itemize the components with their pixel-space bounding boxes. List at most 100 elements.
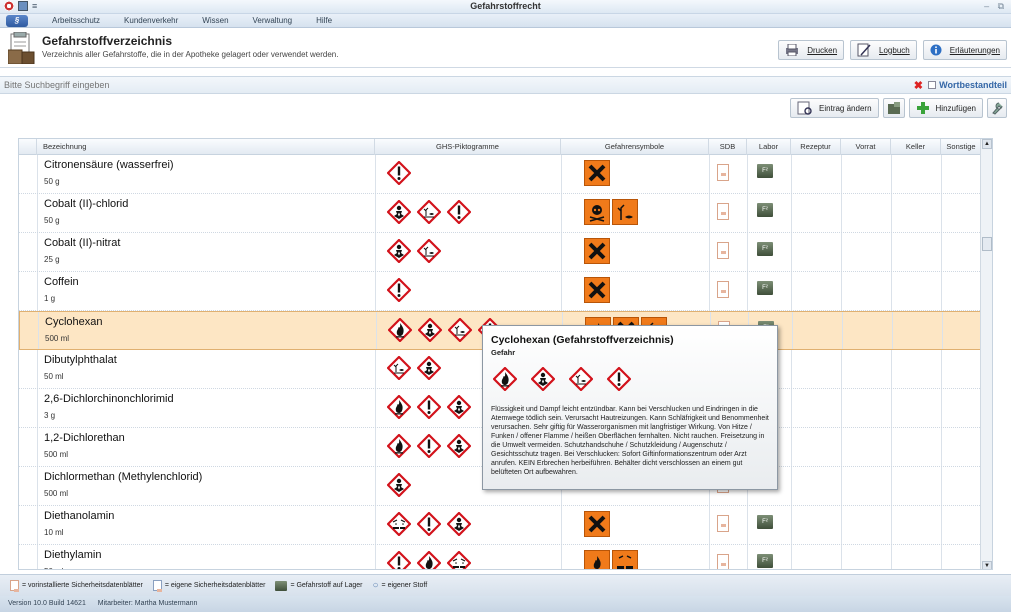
sdb-document-icon[interactable]	[717, 164, 729, 181]
col-sonstige[interactable]: Sonstige	[941, 139, 982, 155]
col-ghs[interactable]: GHS-Piktogramme	[375, 139, 561, 155]
ghs-pictograms	[387, 551, 471, 569]
sdb-document-icon[interactable]	[717, 515, 729, 532]
table-row[interactable]: Cobalt (II)-chlorid 50 g F²	[19, 194, 992, 233]
column-divider	[375, 506, 376, 544]
ghs-health-icon	[418, 318, 442, 344]
tooltip-pictograms	[493, 367, 769, 393]
col-sdb[interactable]: SDB	[709, 139, 747, 155]
sdb-document-icon[interactable]	[717, 554, 729, 569]
table-row[interactable]: Cobalt (II)-nitrat 25 g F²	[19, 233, 992, 272]
print-button[interactable]: Drucken	[778, 40, 845, 60]
labor-stock-icon[interactable]: F²	[757, 203, 773, 217]
tab-hilfe[interactable]: Hilfe	[304, 16, 344, 25]
col-vorrat[interactable]: Vorrat	[841, 139, 891, 155]
ghs-exclamation-icon	[387, 278, 411, 304]
scroll-down-icon[interactable]: ▼	[982, 561, 992, 569]
sdb-document-icon[interactable]	[717, 242, 729, 259]
column-divider	[791, 545, 792, 569]
table-row[interactable]: Diethylamin 50 ml F²	[19, 545, 992, 569]
scroll-up-icon[interactable]: ▲	[982, 139, 992, 149]
table-row[interactable]: Coffein 1 g F²	[19, 272, 992, 311]
column-divider	[375, 428, 376, 466]
col-keller[interactable]: Keller	[891, 139, 941, 155]
substance-name: 1,2-Dichlorethan	[44, 432, 125, 444]
ghs-pictograms	[387, 278, 411, 304]
labor-stock-icon[interactable]: F²	[757, 515, 773, 529]
explanations-button[interactable]: Erläuterungen	[922, 40, 1007, 60]
stock-button[interactable]	[882, 98, 905, 118]
tab-wissen[interactable]: Wissen	[190, 16, 240, 25]
ribbon-tabs: § Arbeitsschutz Kundenverkehr Wissen Ver…	[0, 14, 1011, 28]
substance-name: Cobalt (II)-chlorid	[44, 198, 129, 210]
hazard-symbol-x-icon	[584, 511, 610, 537]
column-divider	[941, 350, 942, 388]
ghs-corrosive-icon	[447, 551, 471, 569]
substance-name: Cobalt (II)-nitrat	[44, 237, 121, 249]
ghs-health-icon	[447, 512, 471, 538]
column-divider	[375, 545, 376, 569]
substance-amount: 50 g	[44, 177, 60, 186]
column-divider	[791, 506, 792, 544]
column-divider	[791, 350, 792, 388]
application-menu-button[interactable]: §	[6, 14, 28, 27]
table-row[interactable]: Citronensäure (wasserfrei) 50 g F²	[19, 155, 992, 194]
add-label: Hinzufügen	[935, 103, 976, 113]
col-symbols[interactable]: Gefahrensymbole	[561, 139, 709, 155]
column-divider	[891, 467, 892, 505]
word-component-checkbox[interactable]	[928, 81, 937, 89]
substance-amount: 500 ml	[44, 450, 69, 459]
hazard-symbols	[584, 511, 610, 537]
version-text: Version 10.0 Build 14621	[8, 600, 86, 607]
substance-name: Diethanolamin	[44, 510, 115, 522]
column-divider	[375, 350, 376, 388]
hazard-symbol-x-icon	[584, 238, 610, 264]
labor-stock-icon[interactable]: F²	[757, 281, 773, 295]
col-bezeichnung[interactable]: Bezeichnung	[37, 139, 375, 155]
add-button[interactable]: Hinzufügen	[908, 98, 983, 118]
col-rezeptur[interactable]: Rezeptur	[791, 139, 841, 155]
hazard-symbol-skull-icon	[584, 199, 610, 225]
hazard-symbol-flame-icon	[584, 550, 610, 569]
own-sdb-icon	[152, 580, 162, 592]
ghs-health-icon	[387, 239, 411, 265]
table-row[interactable]: Diethanolamin 10 ml F²	[19, 506, 992, 545]
labor-stock-icon[interactable]: F²	[757, 164, 773, 178]
tab-kundenverkehr[interactable]: Kundenverkehr	[112, 16, 190, 25]
settings-button[interactable]	[987, 98, 1007, 118]
ghs-pictograms	[387, 161, 411, 187]
column-divider	[791, 389, 792, 427]
search-bar: ✖ Wortbestandteil	[0, 76, 1011, 94]
search-input[interactable]	[4, 80, 404, 90]
scroll-thumb[interactable]	[982, 237, 992, 251]
ghs-env-icon	[417, 239, 441, 265]
tab-arbeitsschutz[interactable]: Arbeitsschutz	[40, 16, 112, 25]
col-labor[interactable]: Labor	[747, 139, 791, 155]
ghs-pictograms	[387, 239, 441, 265]
column-divider	[841, 389, 842, 427]
substance-name: 2,6-Dichlorchinonchlorimid	[44, 393, 174, 405]
sdb-document-icon[interactable]	[717, 203, 729, 220]
column-divider	[375, 272, 376, 310]
explanations-button-label: Erläuterungen	[949, 45, 1000, 55]
column-divider	[709, 155, 710, 193]
column-divider	[942, 312, 943, 349]
tab-verwaltung[interactable]: Verwaltung	[241, 16, 305, 25]
word-component-filter[interactable]: Wortbestandteil	[928, 80, 1007, 90]
log-button[interactable]: Logbuch	[850, 40, 917, 60]
plus-icon	[916, 102, 929, 114]
edit-entry-button[interactable]: Eintrag ändern	[790, 98, 879, 118]
substance-amount: 50 ml	[44, 372, 64, 381]
labor-stock-icon[interactable]: F²	[757, 554, 773, 568]
clear-search-icon[interactable]: ✖	[914, 79, 923, 92]
column-divider	[791, 233, 792, 271]
sdb-document-icon[interactable]	[717, 281, 729, 298]
window-controls[interactable]: – ⧉	[984, 1, 1007, 12]
labor-stock-icon[interactable]: F²	[757, 242, 773, 256]
vertical-scrollbar[interactable]: ▲ ▼	[980, 139, 992, 569]
column-divider	[37, 467, 38, 505]
column-divider	[37, 272, 38, 310]
word-component-label: Wortbestandteil	[939, 80, 1007, 90]
column-divider	[941, 545, 942, 569]
substance-name: Cyclohexan	[45, 316, 103, 328]
